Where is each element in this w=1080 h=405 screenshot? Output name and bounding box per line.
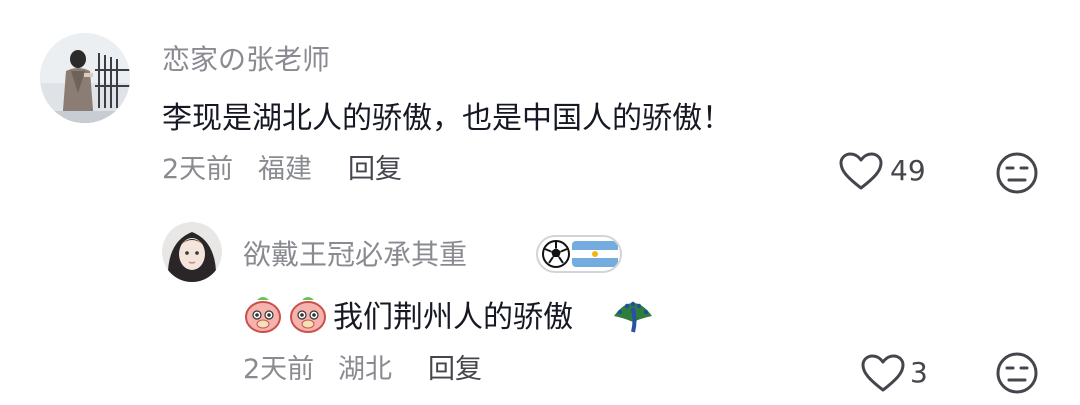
soccer-argentina-badge	[536, 235, 622, 273]
comment-text: 李现是湖北人的骄傲，也是中国人的骄傲！	[162, 101, 732, 136]
heart-icon	[839, 152, 883, 190]
soccer-ball-icon	[542, 240, 570, 268]
avatar[interactable]	[40, 33, 130, 123]
comment-time: 2天前	[162, 154, 234, 185]
reply-button[interactable]: 回复	[348, 153, 402, 187]
reply-dislike-button[interactable]	[994, 350, 1040, 396]
reply-like-button[interactable]	[858, 352, 908, 394]
reply-text: 我们荆州人的骄傲	[333, 300, 573, 335]
reply-time: 2天前	[243, 354, 315, 385]
reply-location: 湖北	[338, 354, 392, 385]
dislike-button[interactable]	[994, 150, 1040, 196]
peacock-emoji	[612, 296, 654, 336]
like-count: 49	[890, 154, 926, 187]
like-button[interactable]	[836, 150, 886, 192]
dislike-face-icon	[996, 152, 1038, 194]
argentina-flag-icon	[572, 241, 618, 267]
comment-location: 福建	[258, 154, 312, 185]
peach-face-emoji	[288, 294, 328, 334]
reply-username[interactable]: 欲戴王冠必承其重	[243, 237, 467, 273]
comment-username[interactable]: 恋家の张老师	[162, 42, 330, 78]
heart-icon	[861, 354, 905, 392]
dislike-face-icon	[996, 352, 1038, 394]
reply-avatar[interactable]	[162, 222, 222, 282]
reply-like-count: 3	[910, 356, 928, 389]
reply-reply-button[interactable]: 回复	[428, 353, 482, 387]
peach-face-emoji	[243, 294, 283, 334]
